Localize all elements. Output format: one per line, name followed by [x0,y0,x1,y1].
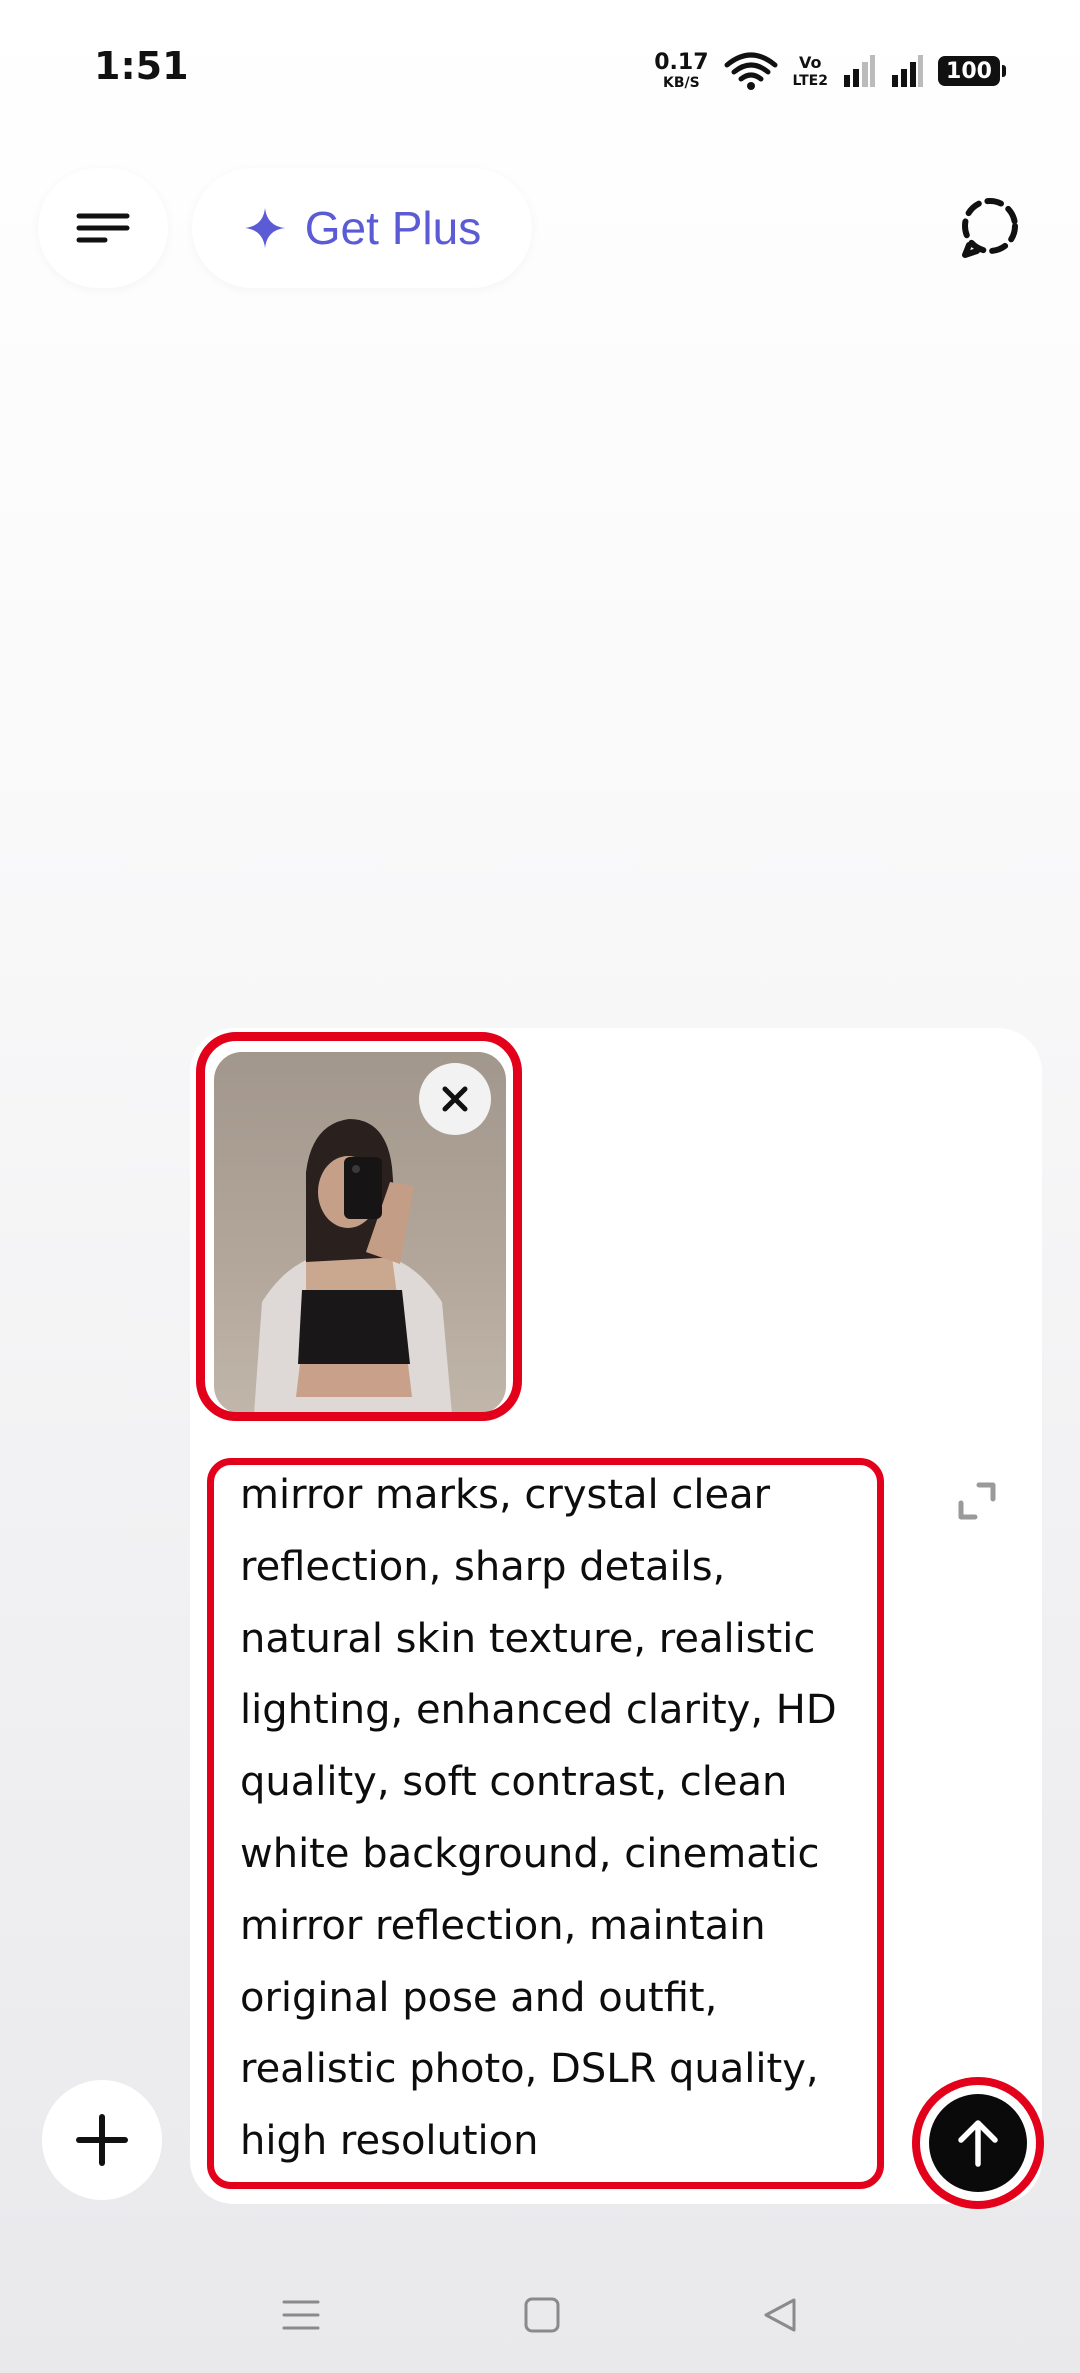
prompt-input[interactable]: mirror marks, crystal clear reflection, … [240,1460,876,2178]
sparkle-icon [244,208,285,248]
battery-indicator: 100 [938,56,1006,86]
network-speed-unit: KB/S [663,75,700,91]
remove-attachment-button[interactable] [419,1063,491,1135]
back-icon [764,2298,796,2332]
nav-back-button[interactable] [745,2280,815,2350]
home-icon [524,2297,560,2333]
expand-icon [958,1482,996,1520]
expand-button[interactable] [950,1474,1004,1528]
volte-top: Vo [799,52,822,72]
signal-1-icon [844,55,875,87]
plus-icon [76,2114,128,2166]
arrow-up-icon [958,2120,998,2167]
wifi-icon [724,52,778,90]
status-bar: 1:51 0.17 KB/S Vo LTE2 100 [0,0,1080,140]
get-plus-button[interactable]: Get Plus [192,168,532,288]
status-time: 1:51 [94,44,189,88]
status-indicators: 0.17 KB/S Vo LTE2 100 [654,46,1006,96]
recents-icon [282,2300,320,2330]
volte-bottom: LTE2 [792,72,828,89]
volte-indicator: Vo LTE2 [792,52,828,89]
network-speed-value: 0.17 [654,50,709,75]
nav-home-button[interactable] [507,2280,577,2350]
get-plus-label: Get Plus [304,202,482,254]
system-nav-bar [0,2250,1080,2373]
send-button[interactable] [929,2094,1027,2192]
signal-2-icon [892,55,923,87]
dashed-chat-icon [962,198,1018,258]
network-speed: 0.17 KB/S [654,50,709,91]
temporary-chat-button[interactable] [930,168,1050,288]
add-attachment-button[interactable] [42,2080,162,2200]
nav-recents-button[interactable] [266,2280,336,2350]
close-icon [442,1086,468,1112]
menu-icon [76,213,130,243]
menu-button[interactable] [38,168,168,288]
